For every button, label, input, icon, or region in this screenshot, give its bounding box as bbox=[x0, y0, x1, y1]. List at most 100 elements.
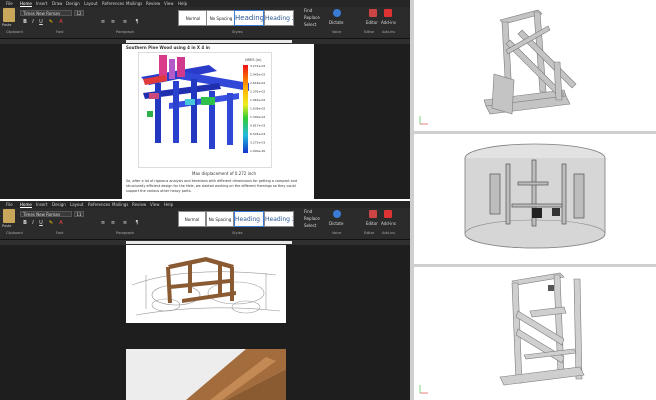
style-heading-1[interactable]: Heading 1 bbox=[234, 211, 264, 227]
underline-icon[interactable]: U bbox=[38, 19, 44, 25]
italic-icon[interactable]: I bbox=[30, 220, 36, 226]
tab-help[interactable]: Help bbox=[164, 202, 173, 207]
editor-icon[interactable] bbox=[369, 210, 377, 218]
paragraph-mark-icon[interactable]: ¶ bbox=[134, 19, 140, 25]
align-icon[interactable]: ≡ bbox=[122, 220, 128, 226]
find-button[interactable]: Find bbox=[304, 209, 312, 214]
bold-icon[interactable]: B bbox=[22, 19, 28, 25]
document-page: Southern Pine Wood using 4 in X 4 in URE… bbox=[122, 44, 314, 199]
style-normal[interactable]: Normal bbox=[178, 10, 208, 26]
align-icon[interactable]: ≡ bbox=[122, 19, 128, 25]
group-styles: Styles bbox=[232, 231, 243, 235]
body-paragraph: So, after a lot of rigorous analysis and… bbox=[126, 179, 298, 193]
find-button[interactable]: Find bbox=[304, 8, 312, 13]
style-heading-2[interactable]: Heading 2 bbox=[264, 10, 294, 26]
tab-mailings[interactable]: Mailings bbox=[112, 202, 128, 207]
cad-view-1 bbox=[414, 0, 656, 131]
editor-icon[interactable] bbox=[369, 9, 377, 17]
group-clipboard: Clipboard bbox=[6, 231, 23, 235]
highlight-icon[interactable]: ✎ bbox=[48, 19, 54, 25]
editor-button[interactable]: Editor bbox=[366, 20, 378, 25]
font-name-select[interactable]: Times New Roman bbox=[20, 10, 72, 16]
legend-value: 2.945e-02 bbox=[250, 73, 265, 77]
addins-button[interactable]: Add-ins bbox=[381, 221, 396, 226]
addins-button[interactable]: Add-ins bbox=[381, 20, 396, 25]
numbering-icon[interactable]: ≡ bbox=[110, 220, 116, 226]
group-addins: Add-ins bbox=[382, 231, 396, 235]
legend-value: 9.817e-03 bbox=[250, 124, 265, 128]
group-paragraph: Paragraph bbox=[116, 231, 134, 235]
tab-design[interactable]: Design bbox=[66, 1, 80, 6]
group-voice: Voice bbox=[332, 231, 342, 235]
legend-value: 3.272e-02 bbox=[250, 64, 265, 68]
paste-label: Paste bbox=[2, 224, 12, 228]
legend-value: 6.545e-03 bbox=[250, 132, 265, 136]
paragraph-mark-icon[interactable]: ¶ bbox=[134, 220, 140, 226]
tab-mailings[interactable]: Mailings bbox=[126, 1, 142, 6]
tab-review[interactable]: Review bbox=[146, 1, 160, 6]
tab-layout[interactable]: Layout bbox=[70, 202, 84, 207]
dictate-button[interactable]: Dictate bbox=[329, 20, 343, 25]
document-page-1 bbox=[126, 245, 286, 323]
font-size-select[interactable]: 12 bbox=[74, 10, 84, 16]
bold-icon[interactable]: B bbox=[22, 220, 28, 226]
bullets-icon[interactable]: ≡ bbox=[100, 19, 106, 25]
paste-icon[interactable] bbox=[3, 8, 15, 22]
italic-icon[interactable]: I bbox=[30, 19, 36, 25]
tab-design[interactable]: Design bbox=[52, 202, 66, 207]
tab-review[interactable]: Review bbox=[132, 202, 146, 207]
style-heading[interactable]: Heading bbox=[234, 10, 264, 26]
tab-layout[interactable]: Layout bbox=[84, 1, 98, 6]
numbering-icon[interactable]: ≡ bbox=[110, 19, 116, 25]
tab-file[interactable]: File bbox=[6, 1, 13, 6]
ribbon: File Home Insert Draw Design Layout Refe… bbox=[0, 0, 410, 39]
microphone-icon[interactable] bbox=[333, 9, 341, 17]
cad-view-3 bbox=[414, 267, 656, 400]
cylinder-enclosure-render bbox=[414, 134, 656, 264]
cad-view-2 bbox=[414, 134, 656, 264]
steel-frame-render-2 bbox=[414, 267, 656, 400]
tab-view[interactable]: View bbox=[150, 202, 160, 207]
legend-value: 1.963e-02 bbox=[250, 98, 265, 102]
group-editor: Editor bbox=[364, 231, 375, 235]
style-no-spacing[interactable]: No Spacing bbox=[206, 211, 234, 227]
style-normal[interactable]: Normal bbox=[178, 211, 206, 227]
tab-help[interactable]: Help bbox=[178, 1, 187, 6]
tab-references[interactable]: References bbox=[102, 1, 124, 6]
highlight-icon[interactable]: ✎ bbox=[48, 220, 54, 226]
replace-button[interactable]: Replace bbox=[304, 15, 320, 20]
addins-icon[interactable] bbox=[384, 9, 392, 17]
font-name-select[interactable]: Times New Roman bbox=[20, 211, 72, 217]
ribbon-tabs: File Home Insert Draw Design Layout Refe… bbox=[0, 0, 410, 7]
addins-icon[interactable] bbox=[384, 210, 392, 218]
bullets-icon[interactable]: ≡ bbox=[100, 220, 106, 226]
tab-insert[interactable]: Insert bbox=[36, 202, 47, 207]
paste-label: Paste bbox=[2, 23, 12, 27]
figure-caption: Max displacement of 0.272 inch bbox=[192, 171, 256, 176]
select-button[interactable]: Select bbox=[304, 22, 316, 27]
dictate-button[interactable]: Dictate bbox=[329, 221, 343, 226]
ribbon: File Home Insert Design Layout Reference… bbox=[0, 201, 410, 240]
font-color-icon[interactable]: A bbox=[58, 220, 64, 226]
tab-insert[interactable]: Insert bbox=[36, 1, 47, 6]
fea-render: URES (in) 3.272e-02 2.945e-02 2.618e-02 2.2… bbox=[141, 55, 265, 153]
underline-icon[interactable]: U bbox=[38, 220, 44, 226]
editor-button[interactable]: Editor bbox=[366, 221, 378, 226]
replace-button[interactable]: Replace bbox=[304, 216, 320, 221]
style-heading-2[interactable]: Heading 2 bbox=[264, 211, 294, 227]
select-button[interactable]: Select bbox=[304, 223, 316, 228]
legend-value: 3.272e-03 bbox=[250, 141, 265, 145]
tab-home[interactable]: Home bbox=[20, 1, 32, 7]
font-size-select[interactable]: 11 bbox=[74, 211, 84, 217]
paste-icon[interactable] bbox=[3, 209, 15, 223]
style-no-spacing[interactable]: No Spacing bbox=[206, 10, 236, 26]
tab-file[interactable]: File bbox=[6, 202, 13, 207]
tab-home[interactable]: Home bbox=[20, 202, 32, 208]
tab-view[interactable]: View bbox=[164, 1, 174, 6]
tab-draw[interactable]: Draw bbox=[52, 1, 62, 6]
microphone-icon[interactable] bbox=[333, 210, 341, 218]
group-font: Font bbox=[56, 30, 64, 34]
tab-references[interactable]: References bbox=[88, 202, 110, 207]
group-paragraph: Paragraph bbox=[116, 30, 134, 34]
font-color-icon[interactable]: A bbox=[58, 19, 64, 25]
